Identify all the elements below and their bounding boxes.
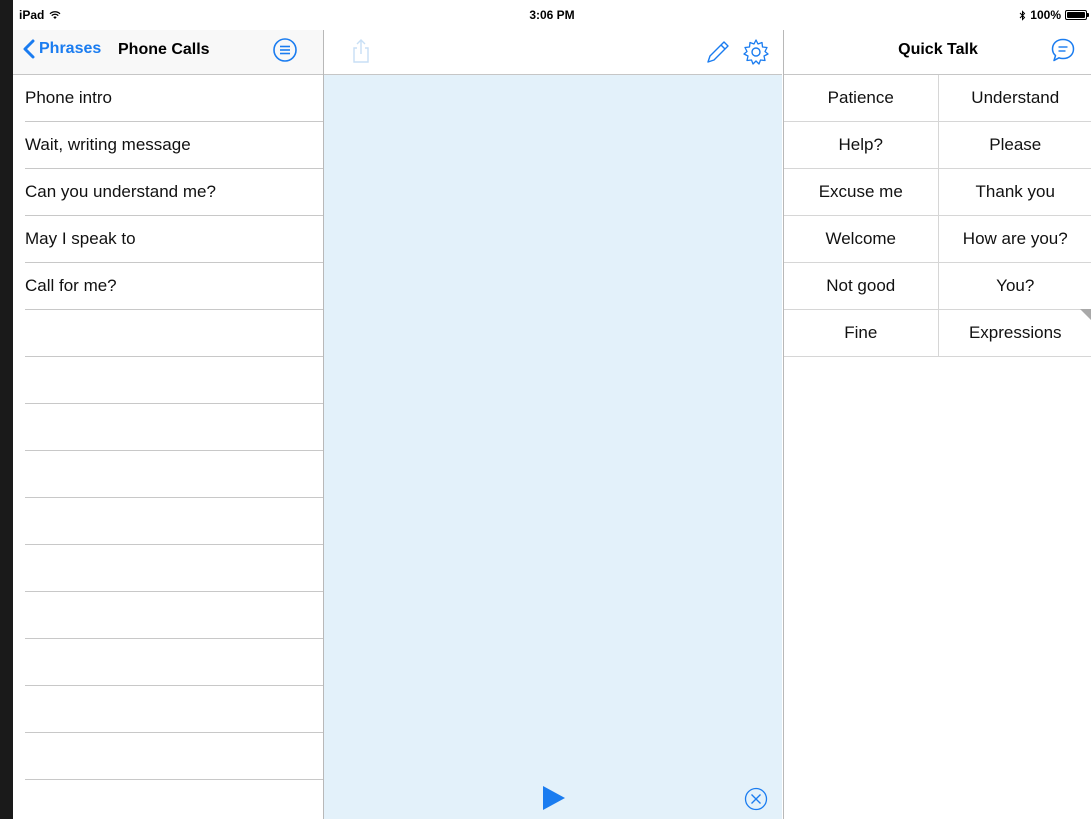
quick-phrase-button[interactable]: Patience xyxy=(784,75,938,121)
battery-percent: 100% xyxy=(1030,8,1061,22)
list-circle-icon[interactable] xyxy=(272,37,298,63)
quick-phrase-folder-button[interactable]: Expressions xyxy=(937,310,1091,356)
quick-phrase-label: You? xyxy=(996,276,1035,295)
quick-talk-panel: Quick Talk Patience Understand Help? Ple… xyxy=(783,30,1091,819)
phrases-panel: Phrases Phone Calls Phone intro Wait, wr… xyxy=(13,30,324,819)
quick-phrase-button[interactable]: Thank you xyxy=(937,169,1091,215)
quick-phrase-button[interactable]: Please xyxy=(937,122,1091,168)
quick-talk-navbar: Quick Talk xyxy=(784,30,1091,75)
list-item[interactable] xyxy=(25,545,323,592)
phrases-back-button[interactable]: Phrases xyxy=(23,39,101,59)
list-item[interactable] xyxy=(25,357,323,404)
clear-circle-icon[interactable] xyxy=(744,787,768,811)
grid-row: Fine Expressions xyxy=(784,310,1091,357)
status-bar: iPad 3:06 PM 100% xyxy=(13,0,1091,30)
quick-phrase-button[interactable]: Excuse me xyxy=(784,169,938,215)
gear-icon[interactable] xyxy=(742,38,770,66)
list-item[interactable] xyxy=(25,780,323,819)
list-item-label: Wait, writing message xyxy=(25,135,191,154)
list-item-label: Phone intro xyxy=(25,88,112,107)
status-time: 3:06 PM xyxy=(529,8,575,22)
list-item[interactable]: Can you understand me? xyxy=(25,169,323,216)
quick-phrase-button[interactable]: Fine xyxy=(784,310,938,356)
grid-row: Patience Understand xyxy=(784,75,1091,122)
message-compose-area[interactable] xyxy=(324,75,782,819)
compose-panel xyxy=(324,30,782,819)
list-item[interactable] xyxy=(25,404,323,451)
list-item[interactable] xyxy=(25,592,323,639)
list-item[interactable]: May I speak to xyxy=(25,216,323,263)
quick-talk-title: Quick Talk xyxy=(898,41,978,58)
bluetooth-icon xyxy=(1019,9,1026,21)
list-item[interactable] xyxy=(25,733,323,780)
grid-row: Help? Please xyxy=(784,122,1091,169)
list-item[interactable] xyxy=(25,498,323,545)
quick-talk-grid: Patience Understand Help? Please Excuse … xyxy=(784,75,1091,357)
quick-phrase-button[interactable]: Not good xyxy=(784,263,938,309)
phrase-list: Phone intro Wait, writing message Can yo… xyxy=(13,75,323,819)
list-item[interactable]: Wait, writing message xyxy=(25,122,323,169)
chevron-left-icon xyxy=(23,39,35,59)
play-icon[interactable] xyxy=(540,785,566,811)
phrases-navbar: Phrases Phone Calls xyxy=(13,30,323,75)
quick-phrase-button[interactable]: Welcome xyxy=(784,216,938,262)
list-item[interactable] xyxy=(25,639,323,686)
grid-row: Welcome How are you? xyxy=(784,216,1091,263)
compose-toolbar xyxy=(324,30,782,75)
status-right: 100% xyxy=(1019,8,1089,22)
quick-phrase-button[interactable]: Understand xyxy=(937,75,1091,121)
list-item[interactable] xyxy=(25,310,323,357)
ipad-screen: iPad 3:06 PM 100% Phrases Phone Calls Ph… xyxy=(13,0,1091,819)
list-item[interactable]: Call for me? xyxy=(25,263,323,310)
pencil-icon[interactable] xyxy=(704,38,732,66)
list-item[interactable] xyxy=(25,451,323,498)
list-item[interactable] xyxy=(25,686,323,733)
back-label: Phrases xyxy=(39,40,102,57)
quick-phrase-button[interactable]: You? xyxy=(937,263,1091,321)
grid-row: Excuse me Thank you xyxy=(784,169,1091,216)
grid-row: Not good You? xyxy=(784,263,1091,321)
list-item-label: Call for me? xyxy=(25,276,117,295)
list-item-label: May I speak to xyxy=(25,229,136,248)
battery-icon xyxy=(1065,10,1089,20)
speech-bubble-icon[interactable] xyxy=(1050,37,1076,63)
share-icon[interactable] xyxy=(351,38,371,64)
phrases-title: Phone Calls xyxy=(118,41,210,58)
quick-phrase-button[interactable]: Help? xyxy=(784,122,938,168)
list-item-label: Can you understand me? xyxy=(25,182,216,201)
quick-phrase-button[interactable]: How are you? xyxy=(937,216,1091,262)
list-item[interactable]: Phone intro xyxy=(25,75,323,122)
